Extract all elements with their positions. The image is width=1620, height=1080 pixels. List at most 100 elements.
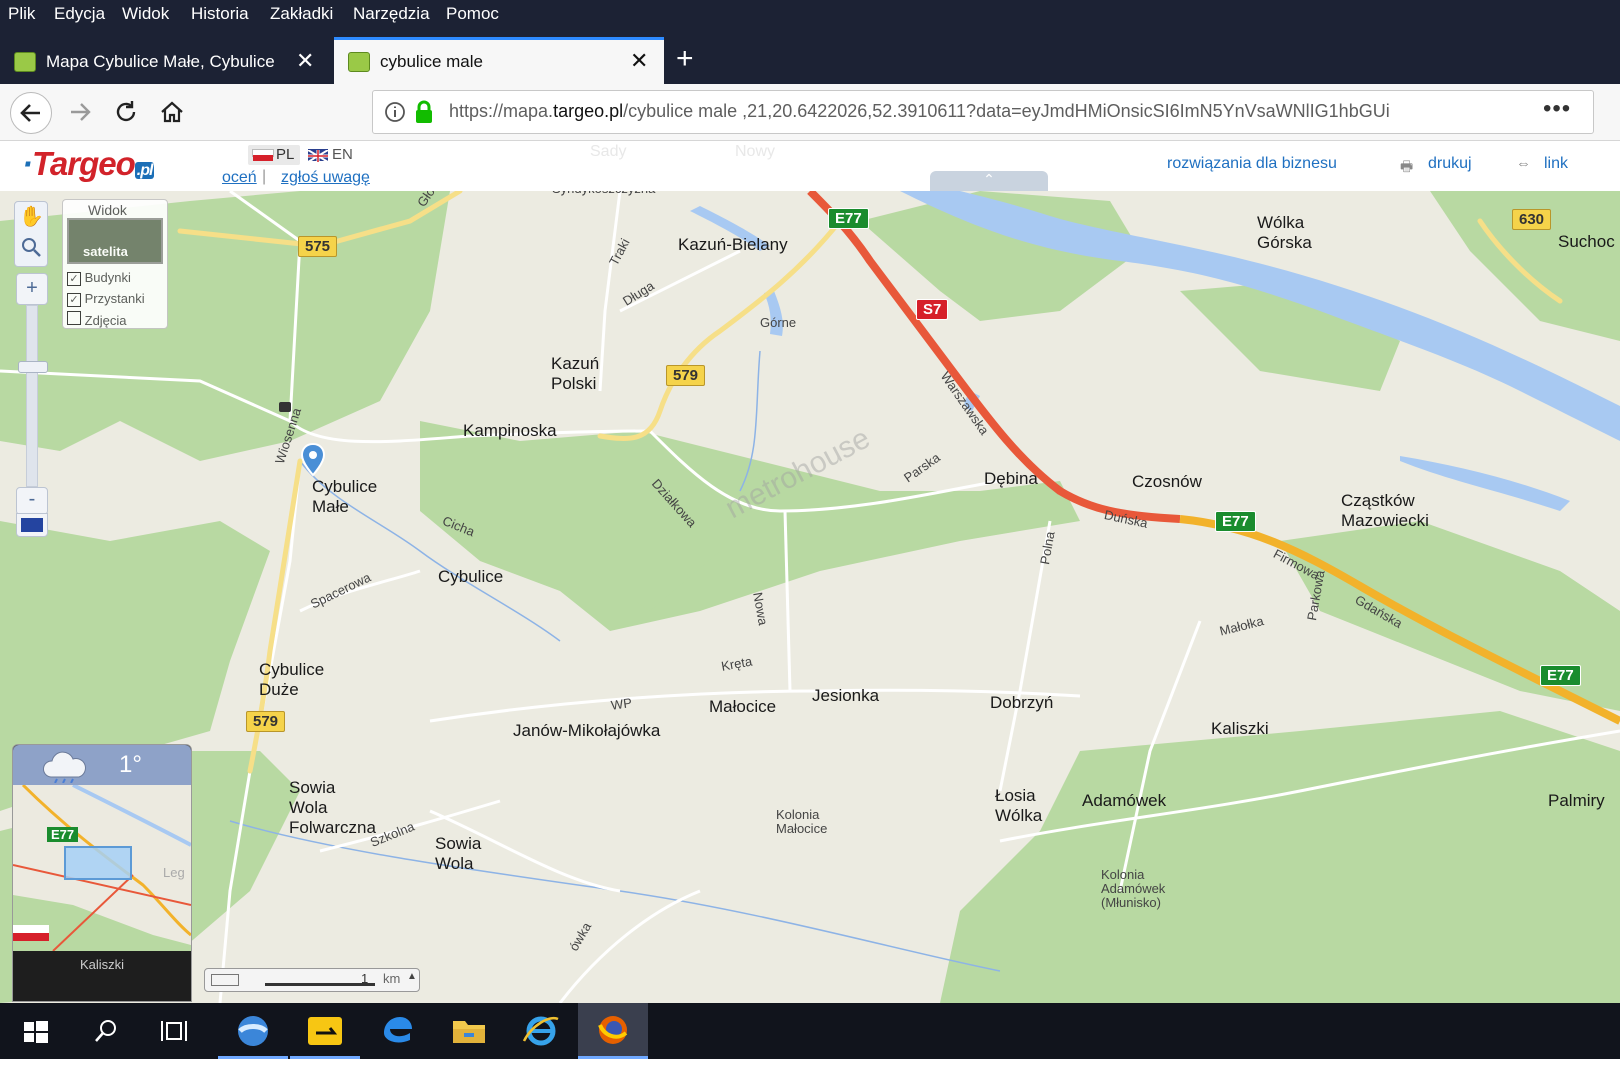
place-label: Janów-Mikołajówka xyxy=(513,721,661,740)
scale-dropdown-icon[interactable]: ▲ xyxy=(407,971,417,982)
taskbar xyxy=(0,1003,1620,1059)
lang-en-button[interactable]: EN xyxy=(306,145,358,165)
zoom-in-button[interactable]: + xyxy=(16,273,48,305)
place-label: Małocice xyxy=(709,697,777,716)
page-actions-icon[interactable]: ••• xyxy=(1543,95,1571,123)
menu-zakladki[interactable]: Zakładki xyxy=(270,4,333,24)
link-icon: ⇔ xyxy=(1516,155,1531,172)
home-icon[interactable] xyxy=(152,92,192,132)
navigation-bar: https://mapa.targeo.pl/cybulice male ,21… xyxy=(0,84,1620,141)
forward-icon[interactable] xyxy=(60,92,100,132)
road-number-badge: E77 xyxy=(1215,511,1256,532)
url-text: https://mapa.targeo.pl/cybulice male ,21… xyxy=(449,101,1529,122)
road-number-badge: E77 xyxy=(1540,665,1581,686)
place-label: Kampinoska xyxy=(463,421,557,440)
road-number-badge: 630 xyxy=(1512,209,1552,230)
info-icon[interactable] xyxy=(383,100,407,129)
checkbox-przystanki[interactable]: ✓ xyxy=(67,293,81,307)
address-bar[interactable]: https://mapa.targeo.pl/cybulice male ,21… xyxy=(372,90,1594,134)
file-explorer-icon[interactable] xyxy=(434,1003,504,1059)
tool-panel: ✋ xyxy=(14,201,48,267)
satellite-toggle[interactable]: satelita xyxy=(67,218,163,264)
map-base xyxy=(0,191,1620,1003)
reload-icon[interactable] xyxy=(106,92,146,132)
place-label: Dobrzyń xyxy=(990,693,1054,712)
option-label: Zdjęcia xyxy=(84,313,127,328)
business-link[interactable]: rozwiązania dla biznesu xyxy=(1167,155,1337,173)
scale-bar[interactable]: 1 km ▲ xyxy=(204,968,420,992)
cloud-icon xyxy=(39,751,91,788)
place-label: Cybulice xyxy=(438,567,504,586)
close-tab-icon[interactable]: ✕ xyxy=(296,48,314,74)
place-label: Adamówek xyxy=(1082,791,1167,810)
option-zdjecia[interactable]: Zdjęcia xyxy=(67,311,127,328)
app-file-manager-icon[interactable] xyxy=(290,1003,360,1059)
minimap-place-label: Kaliszki xyxy=(79,957,125,972)
search-icon[interactable] xyxy=(70,1003,140,1059)
place-label: Sowia Wola Folwarczna xyxy=(289,778,376,837)
small-place-label: Górne xyxy=(760,315,797,330)
place-label: Czosnów xyxy=(1132,472,1202,491)
print-link[interactable]: drukuj xyxy=(1428,155,1472,173)
collapse-header-button[interactable]: ⌃ xyxy=(930,171,1048,191)
zoom-out-button[interactable]: - xyxy=(16,487,48,515)
region-button[interactable] xyxy=(16,513,48,537)
header-separator: | xyxy=(262,168,267,185)
new-tab-icon[interactable]: + xyxy=(676,42,694,76)
view-panel: Widok satelita ✓ Budynki ✓ Przystanki Zd… xyxy=(62,199,168,329)
close-tab-icon[interactable]: ✕ xyxy=(630,48,648,74)
zoom-slider-handle[interactable] xyxy=(18,361,48,373)
url-prefix: https://mapa. xyxy=(449,101,554,121)
tab-bar: Mapa Cybulice Małe, Cybulice ✕ cybulice … xyxy=(0,28,1620,87)
firefox-icon[interactable] xyxy=(578,1003,648,1059)
place-label: Kazuń Polski xyxy=(551,354,600,393)
rate-link[interactable]: oceń xyxy=(222,169,257,187)
map-canvas[interactable]: metrohouse Kazuń-Bielany Wólka Górska Such… xyxy=(0,191,1620,1003)
menu-edycja[interactable]: Edycja xyxy=(54,4,105,24)
checkbox-zdjecia[interactable] xyxy=(67,311,81,325)
eu-flag-icon xyxy=(21,518,43,532)
option-budynki[interactable]: ✓ Budynki xyxy=(67,270,131,286)
report-link[interactable]: zgłoś uwagę xyxy=(281,169,370,187)
menu-pomoc[interactable]: Pomoc xyxy=(446,4,499,24)
app-mail-icon[interactable] xyxy=(218,1003,288,1059)
menu-plik[interactable]: Plik xyxy=(8,4,35,24)
menu-historia[interactable]: Historia xyxy=(191,4,249,24)
menu-narzedzia[interactable]: Narzędzia xyxy=(353,4,430,24)
edge-browser-icon[interactable] xyxy=(362,1003,432,1059)
lang-pl-label: PL xyxy=(276,146,295,163)
lock-icon xyxy=(413,99,435,130)
option-przystanki[interactable]: ✓ Przystanki xyxy=(67,291,145,307)
zoom-slider-track[interactable] xyxy=(26,305,38,487)
back-icon[interactable] xyxy=(10,92,52,134)
road-number-badge: E77 xyxy=(828,208,869,229)
zoom-area-icon[interactable] xyxy=(20,236,42,263)
place-label: Suchoc xyxy=(1558,232,1615,251)
road-number-badge: S7 xyxy=(916,299,949,320)
internet-explorer-icon[interactable] xyxy=(506,1003,576,1059)
bottom-strip xyxy=(0,1059,1620,1080)
url-path: /cybulice male ,21,20.6422026,52.3910611… xyxy=(623,101,1390,121)
minimap-panel: 1° ⇕ E77 Leg Kaliszki xyxy=(12,744,192,1002)
tab-title: Mapa Cybulice Małe, Cybulice xyxy=(46,52,275,71)
ruler-icon xyxy=(211,974,239,986)
weather-temperature: 1° xyxy=(119,751,142,778)
minimap[interactable]: E77 Leg xyxy=(13,785,191,951)
place-label: Palmiry xyxy=(1548,791,1605,810)
checkbox-budynki[interactable]: ✓ xyxy=(67,272,81,286)
lang-pl-button[interactable]: PL xyxy=(248,145,300,165)
minimap-road-badge: E77 xyxy=(47,827,79,842)
tab-cybulice-male[interactable]: cybulice male ✕ xyxy=(334,37,664,87)
start-windows-icon[interactable] xyxy=(0,1003,70,1059)
menu-widok[interactable]: Widok xyxy=(122,4,169,24)
road-number-badge: 579 xyxy=(666,365,706,386)
pan-hand-icon[interactable]: ✋ xyxy=(19,204,44,229)
place-label: Cząstków Mazowiecki xyxy=(1341,491,1429,530)
link-link[interactable]: link xyxy=(1544,155,1568,173)
flag-pl-red xyxy=(253,155,273,161)
task-view-icon[interactable] xyxy=(140,1003,210,1059)
option-label: Budynki xyxy=(84,270,131,285)
street-label: WP xyxy=(610,695,633,713)
targeo-logo[interactable]: ·Targeo .pl xyxy=(22,145,155,183)
tab-mapa[interactable]: Mapa Cybulice Małe, Cybulice ✕ xyxy=(0,40,330,84)
